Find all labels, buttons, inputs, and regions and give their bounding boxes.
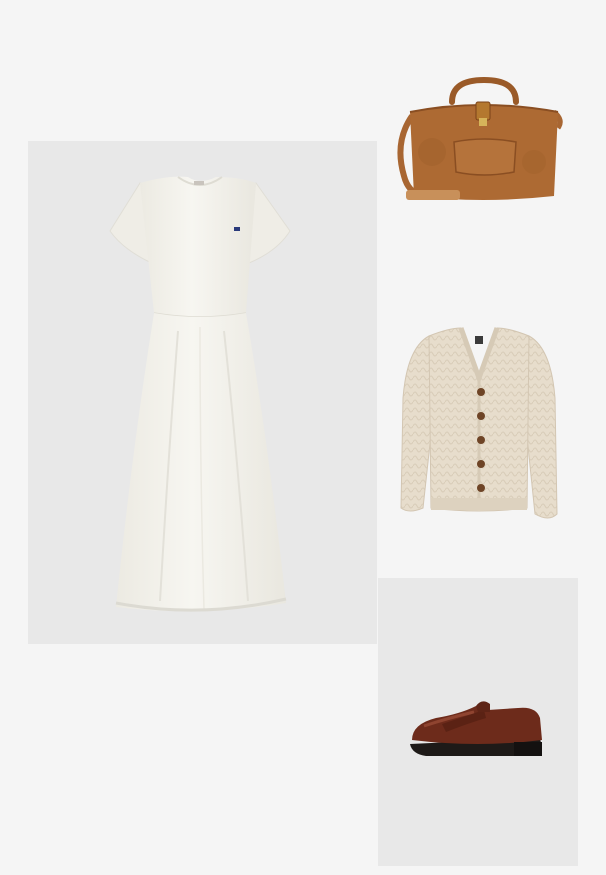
dress-image [109,176,291,612]
product-bag-card[interactable] [382,72,576,222]
cardigan-image [400,327,558,519]
product-dress-card[interactable] [28,141,377,644]
outfit-collage [0,0,606,875]
product-loafer-card[interactable] [378,578,578,866]
bag-image [397,76,563,200]
product-cardigan-card[interactable] [389,318,569,550]
loafer-image [410,701,542,756]
